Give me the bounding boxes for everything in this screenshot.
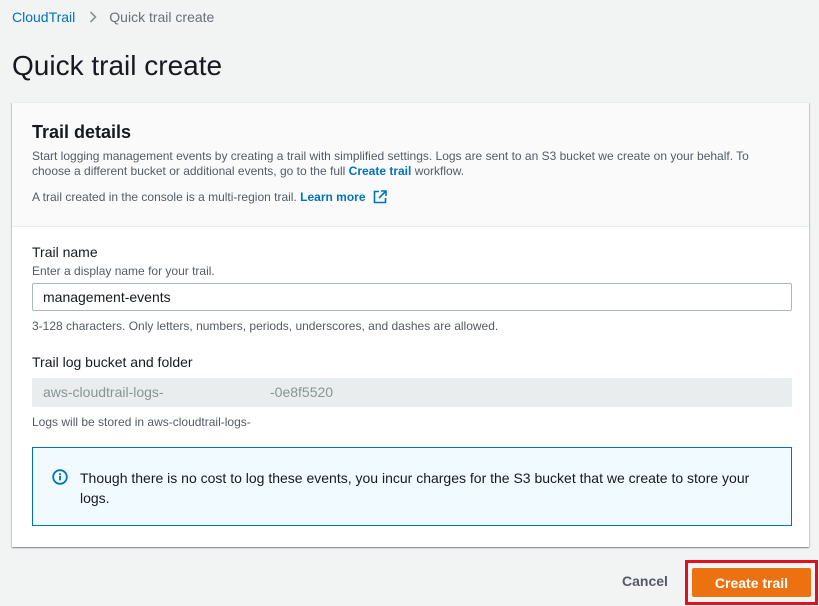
multi-region-note: A trail created in the console is a mult… <box>32 190 789 204</box>
page-title: Quick trail create <box>12 50 223 81</box>
info-icon <box>52 469 68 485</box>
breadcrumb: CloudTrail Quick trail create <box>12 9 214 25</box>
trail-name-label: Trail name <box>32 244 98 260</box>
panel-description-text-end: workflow. <box>411 164 465 178</box>
panel-title: Trail details <box>32 122 132 142</box>
create-trail-highlight: Create trail <box>685 560 818 605</box>
trail-details-panel: Trail details Start logging management e… <box>12 102 809 547</box>
info-alert: Though there is no cost to log these eve… <box>32 447 792 526</box>
breadcrumb-current: Quick trail create <box>109 9 215 25</box>
bucket-value-suffix: -0e8f5520 <box>270 384 334 400</box>
bucket-note: Logs will be stored in aws-cloudtrail-lo… <box>32 415 251 429</box>
external-link-icon[interactable] <box>373 190 387 204</box>
info-text: Though there is no cost to log these eve… <box>80 470 750 506</box>
create-trail-button[interactable]: Create trail <box>692 568 811 597</box>
panel-description: Start logging management events by creat… <box>32 149 789 179</box>
cancel-button[interactable]: Cancel <box>622 573 668 589</box>
bucket-input: aws-cloudtrail-logs- -0e8f5520 <box>32 378 792 407</box>
trail-name-description: Enter a display name for your trail. <box>32 264 215 278</box>
create-trail-link[interactable]: Create trail <box>349 164 412 178</box>
trail-name-input[interactable]: management-events <box>32 283 792 311</box>
multi-region-text: A trail created in the console is a mult… <box>32 190 297 204</box>
bucket-label: Trail log bucket and folder <box>32 354 193 370</box>
chevron-right-icon <box>89 11 97 23</box>
learn-more-link[interactable]: Learn more <box>300 190 365 204</box>
trail-name-constraint: 3-128 characters. Only letters, numbers,… <box>32 319 499 333</box>
panel-header: Trail details Start logging management e… <box>12 103 809 227</box>
breadcrumb-cloudtrail-link[interactable]: CloudTrail <box>12 9 75 25</box>
bucket-value-prefix: aws-cloudtrail-logs- <box>43 384 164 400</box>
